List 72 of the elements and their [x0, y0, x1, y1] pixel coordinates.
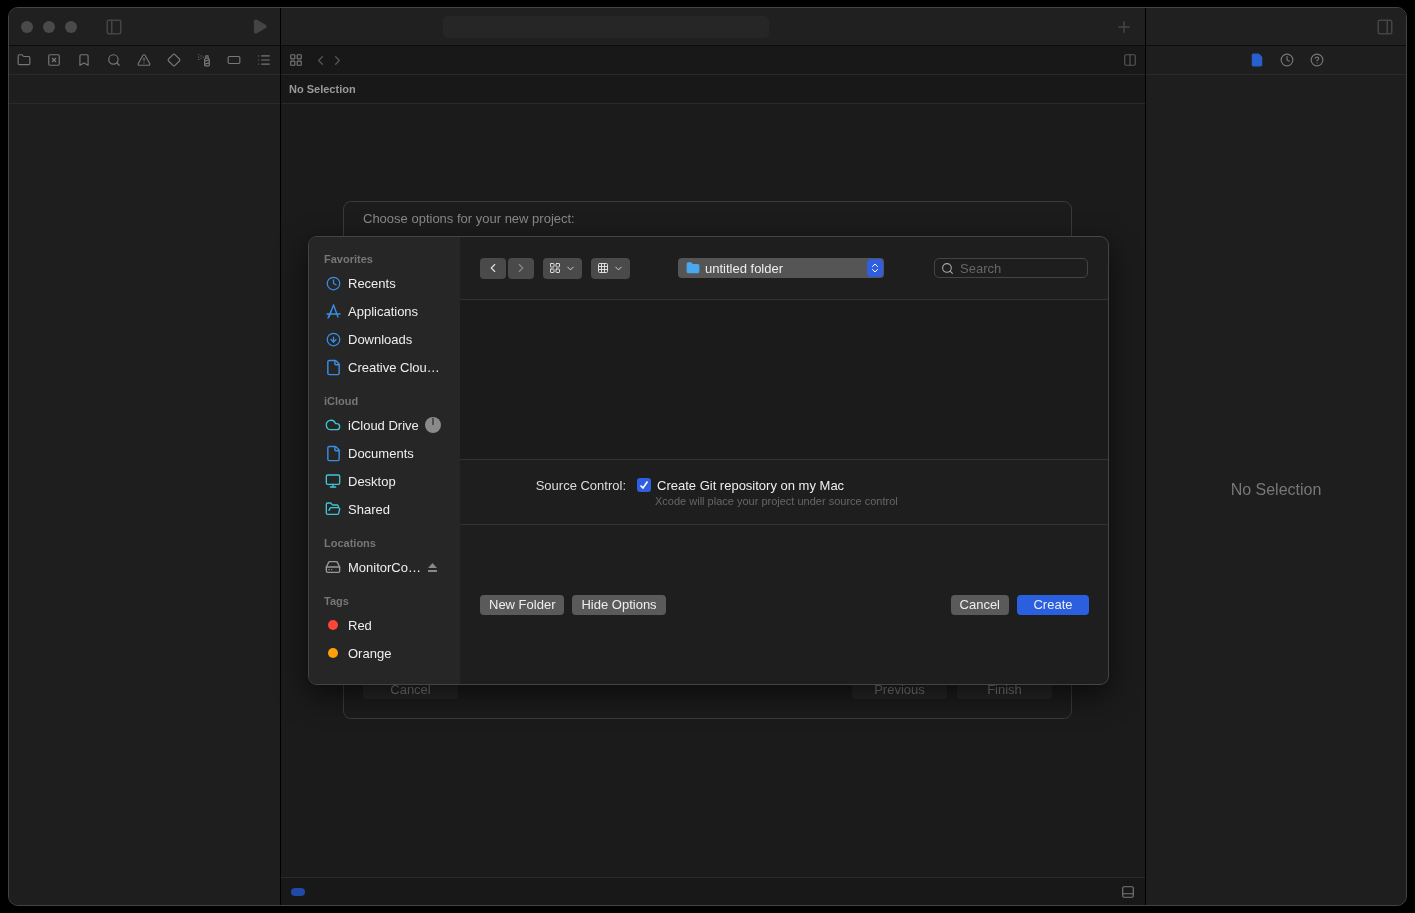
close-window-button[interactable]	[21, 20, 33, 33]
run-icon[interactable]	[251, 18, 268, 35]
inspector-tab-help-icon[interactable]	[1310, 53, 1324, 67]
dialog-button[interactable]: New Folder	[480, 594, 565, 615]
sidebar-item[interactable]: Creative Clou…	[348, 359, 440, 375]
bottom-panel-icon[interactable]	[1121, 884, 1135, 899]
sidebar-item[interactable]: Shared	[348, 501, 390, 517]
filter-icon[interactable]	[291, 887, 305, 896]
inspector-tab-clock-icon[interactable]	[1280, 53, 1294, 67]
sidebar-item[interactable]: Orange	[348, 645, 392, 661]
sidebar-item[interactable]: Red	[348, 617, 372, 633]
section-title: Favorites	[324, 252, 374, 267]
search-icon	[941, 261, 954, 275]
grid-icon	[597, 262, 609, 274]
desktop-icon	[325, 473, 341, 489]
default-button[interactable]: Create	[1017, 594, 1089, 615]
sidebar-item[interactable]: MonitorCo…	[348, 559, 421, 575]
zoom-window-button[interactable]	[65, 20, 77, 33]
search-icon[interactable]	[107, 53, 121, 67]
x-square-icon[interactable]	[47, 53, 61, 67]
sidebar-toggle-icon[interactable]	[105, 17, 123, 36]
section-title: Locations	[324, 536, 377, 551]
sidebar-item[interactable]: Desktop	[348, 473, 396, 489]
group-button[interactable]	[591, 257, 630, 279]
warning-icon[interactable]	[137, 53, 151, 67]
folder-icon[interactable]	[17, 53, 31, 67]
inspector-tab-file-icon[interactable]	[1250, 53, 1264, 67]
empty-state-label: No Selection	[1230, 481, 1322, 499]
up-down-arrows-icon	[869, 262, 881, 274]
search-field[interactable]: Search	[934, 258, 1088, 278]
sidebar-item[interactable]: iCloud Drive	[348, 417, 419, 433]
dialog-button[interactable]: Cancel	[950, 594, 1009, 615]
clock-icon	[325, 275, 341, 291]
section-title: iCloud	[324, 394, 360, 409]
back-button[interactable]	[480, 257, 506, 279]
shared-folder-icon	[325, 501, 341, 517]
sidebar-item[interactable]: Recents	[348, 275, 396, 291]
sidebar-item[interactable]: Applications	[348, 303, 419, 319]
cloud-icon	[325, 417, 341, 433]
search-input[interactable]: Search	[960, 260, 1070, 276]
drive-icon	[325, 559, 341, 575]
diamond-icon[interactable]	[167, 53, 181, 67]
dialog-button[interactable]: Hide Options	[572, 594, 666, 615]
view-mode-button[interactable]	[543, 257, 582, 279]
apps-icon	[325, 303, 341, 319]
inspector-toggle-icon[interactable]	[1376, 17, 1394, 36]
sidebar-item[interactable]: Documents	[348, 445, 414, 461]
tag-icon[interactable]	[227, 53, 241, 67]
jump-bar-label: No Selection	[289, 83, 356, 95]
sidebar-item[interactable]: Downloads	[348, 331, 413, 347]
list-icon[interactable]	[257, 53, 271, 67]
checkbox[interactable]	[637, 478, 651, 492]
eject-icon[interactable]	[426, 561, 438, 573]
section-title: Tags	[324, 594, 350, 609]
field-label: Source Control:	[534, 477, 626, 493]
grid-icon[interactable]	[289, 53, 303, 67]
forward-button[interactable]	[508, 257, 534, 279]
checkbox-label[interactable]: Create Git repository on my Mac	[657, 477, 845, 493]
bookmark-icon[interactable]	[77, 53, 91, 67]
hint-text: Xcode will place your project under source control	[654, 494, 899, 507]
sheet-title: Choose options for your new project:	[362, 210, 576, 228]
document-icon	[324, 358, 342, 376]
folder-icon	[686, 261, 700, 275]
grid-icon	[549, 262, 561, 274]
progress-pie-icon	[424, 417, 441, 433]
spray-can-icon[interactable]	[197, 53, 211, 67]
split-editor-icon[interactable]	[1123, 53, 1137, 67]
location-popup[interactable]: untitled folder	[678, 258, 884, 278]
download-icon	[325, 331, 341, 347]
document-icon	[324, 444, 342, 462]
checkmark-icon	[639, 480, 649, 490]
minimize-window-button[interactable]	[43, 20, 55, 33]
